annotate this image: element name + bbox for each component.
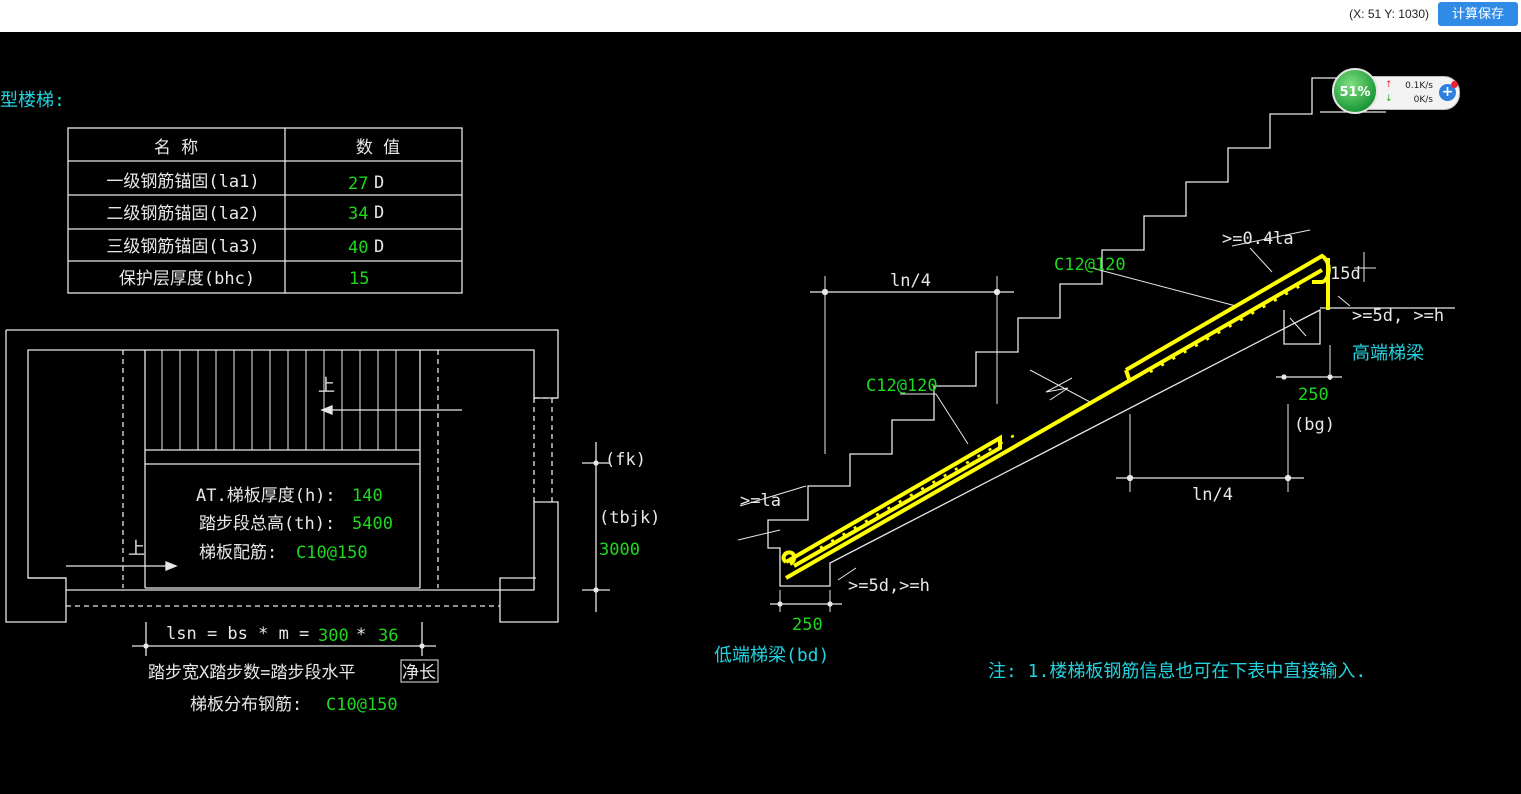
table-row-unit: D <box>374 173 384 193</box>
rebar-top-field[interactable]: C12@120 <box>1054 255 1126 275</box>
upload-arrow-icon: ↑ <box>1385 80 1393 90</box>
notification-dot-icon <box>1451 81 1458 88</box>
hook-15d-label: 15d <box>1330 264 1361 284</box>
m-field[interactable]: 36 <box>378 626 398 646</box>
height-field[interactable]: 5400 <box>352 514 393 534</box>
table-row-name: 保护层厚度(bhc) <box>119 269 255 289</box>
table-header-name: 名 称 <box>154 138 198 158</box>
caption-boxed: 净长 <box>402 663 436 683</box>
height-label: 踏步段总高(th): <box>199 514 335 534</box>
stair-type-heading: 型楼梯: <box>0 90 65 111</box>
rebar-lines <box>781 253 1331 580</box>
table-row-unit: D <box>374 203 384 223</box>
bs-field[interactable]: 300 <box>318 626 349 646</box>
bg-label: (bg) <box>1294 415 1335 435</box>
caption-main: 踏步宽X踏步数=踏步段水平 <box>148 663 355 683</box>
download-rate: 0K/s <box>1413 95 1433 105</box>
cpu-usage-ball[interactable]: 51% <box>1332 68 1378 114</box>
distribution-field[interactable]: C10@150 <box>326 695 398 715</box>
top-5d-label: >=5d, >=h <box>1352 306 1444 326</box>
stair-drawing: 型楼梯: 名 称 数 值 一级钢筋锚固(la1) 27 D 二级钢筋锚固(la2… <box>0 77 1455 715</box>
times-sign: * <box>356 625 366 645</box>
top-bar: (X: 51 Y: 1030) 计算保存 <box>0 0 1521 32</box>
rebar-mid-field[interactable]: C12@120 <box>866 376 938 396</box>
fk-label: (fk) <box>605 450 646 470</box>
width-field[interactable]: 3000 <box>599 540 640 560</box>
up-arrow-label: 上 <box>128 539 145 559</box>
la-label: >=la <box>740 491 781 511</box>
cursor-coordinates: (X: 51 Y: 1030) <box>1349 7 1429 21</box>
table-header-value: 数 值 <box>356 138 400 158</box>
table-row-name: 三级钢筋锚固(la3) <box>106 237 259 257</box>
anchor-top-label: >=0.4la <box>1222 229 1294 249</box>
lsn-formula: lsn = bs * m = <box>166 624 309 644</box>
note-text: 注: 1.楼梯板钢筋信息也可在下表中直接输入. <box>988 661 1366 682</box>
table-row-value-field[interactable]: 15 <box>349 269 369 289</box>
table-row-value-field[interactable]: 40 <box>348 238 368 258</box>
table-row-name: 二级钢筋锚固(la2) <box>106 204 259 224</box>
table-row-unit: D <box>374 237 384 257</box>
upload-rate: 0.1K/s <box>1405 81 1433 91</box>
table-row-value-field[interactable]: 34 <box>348 204 368 224</box>
rebar-label: 梯板配筋: <box>199 543 277 563</box>
network-monitor-widget[interactable]: ↑ 0.1K/s ↓ 0K/s + 51% <box>1332 68 1460 116</box>
table-row-value-field[interactable]: 27 <box>348 174 368 194</box>
thickness-field[interactable]: 140 <box>352 486 383 506</box>
distribution-label: 梯板分布钢筋: <box>190 695 302 715</box>
tbjk-label: (tbjk) <box>599 508 660 528</box>
high-beam-width-field[interactable]: 250 <box>1298 385 1329 405</box>
up-arrow-label: 上 <box>318 376 335 396</box>
high-beam-label: 高端梯梁 <box>1352 343 1424 364</box>
drawing-canvas[interactable]: 型楼梯: 名 称 数 值 一级钢筋锚固(la1) 27 D 二级钢筋锚固(la2… <box>0 32 1518 794</box>
ln4-bottom-label: ln/4 <box>1192 485 1233 505</box>
low-beam-label: 低端梯梁(bd) <box>714 645 829 666</box>
calculate-save-button[interactable]: 计算保存 <box>1438 2 1518 26</box>
ln4-top-label: ln/4 <box>890 271 931 291</box>
rebar-field[interactable]: C10@150 <box>296 543 368 563</box>
stair-section-outline <box>737 77 1455 612</box>
table-row-name: 一级钢筋锚固(la1) <box>106 172 259 192</box>
thickness-label: AT.梯板厚度(h): <box>196 486 336 506</box>
bottom-5d-label: >=5d,>=h <box>848 576 930 596</box>
download-arrow-icon: ↓ <box>1385 94 1393 104</box>
low-beam-width-field[interactable]: 250 <box>792 615 823 635</box>
